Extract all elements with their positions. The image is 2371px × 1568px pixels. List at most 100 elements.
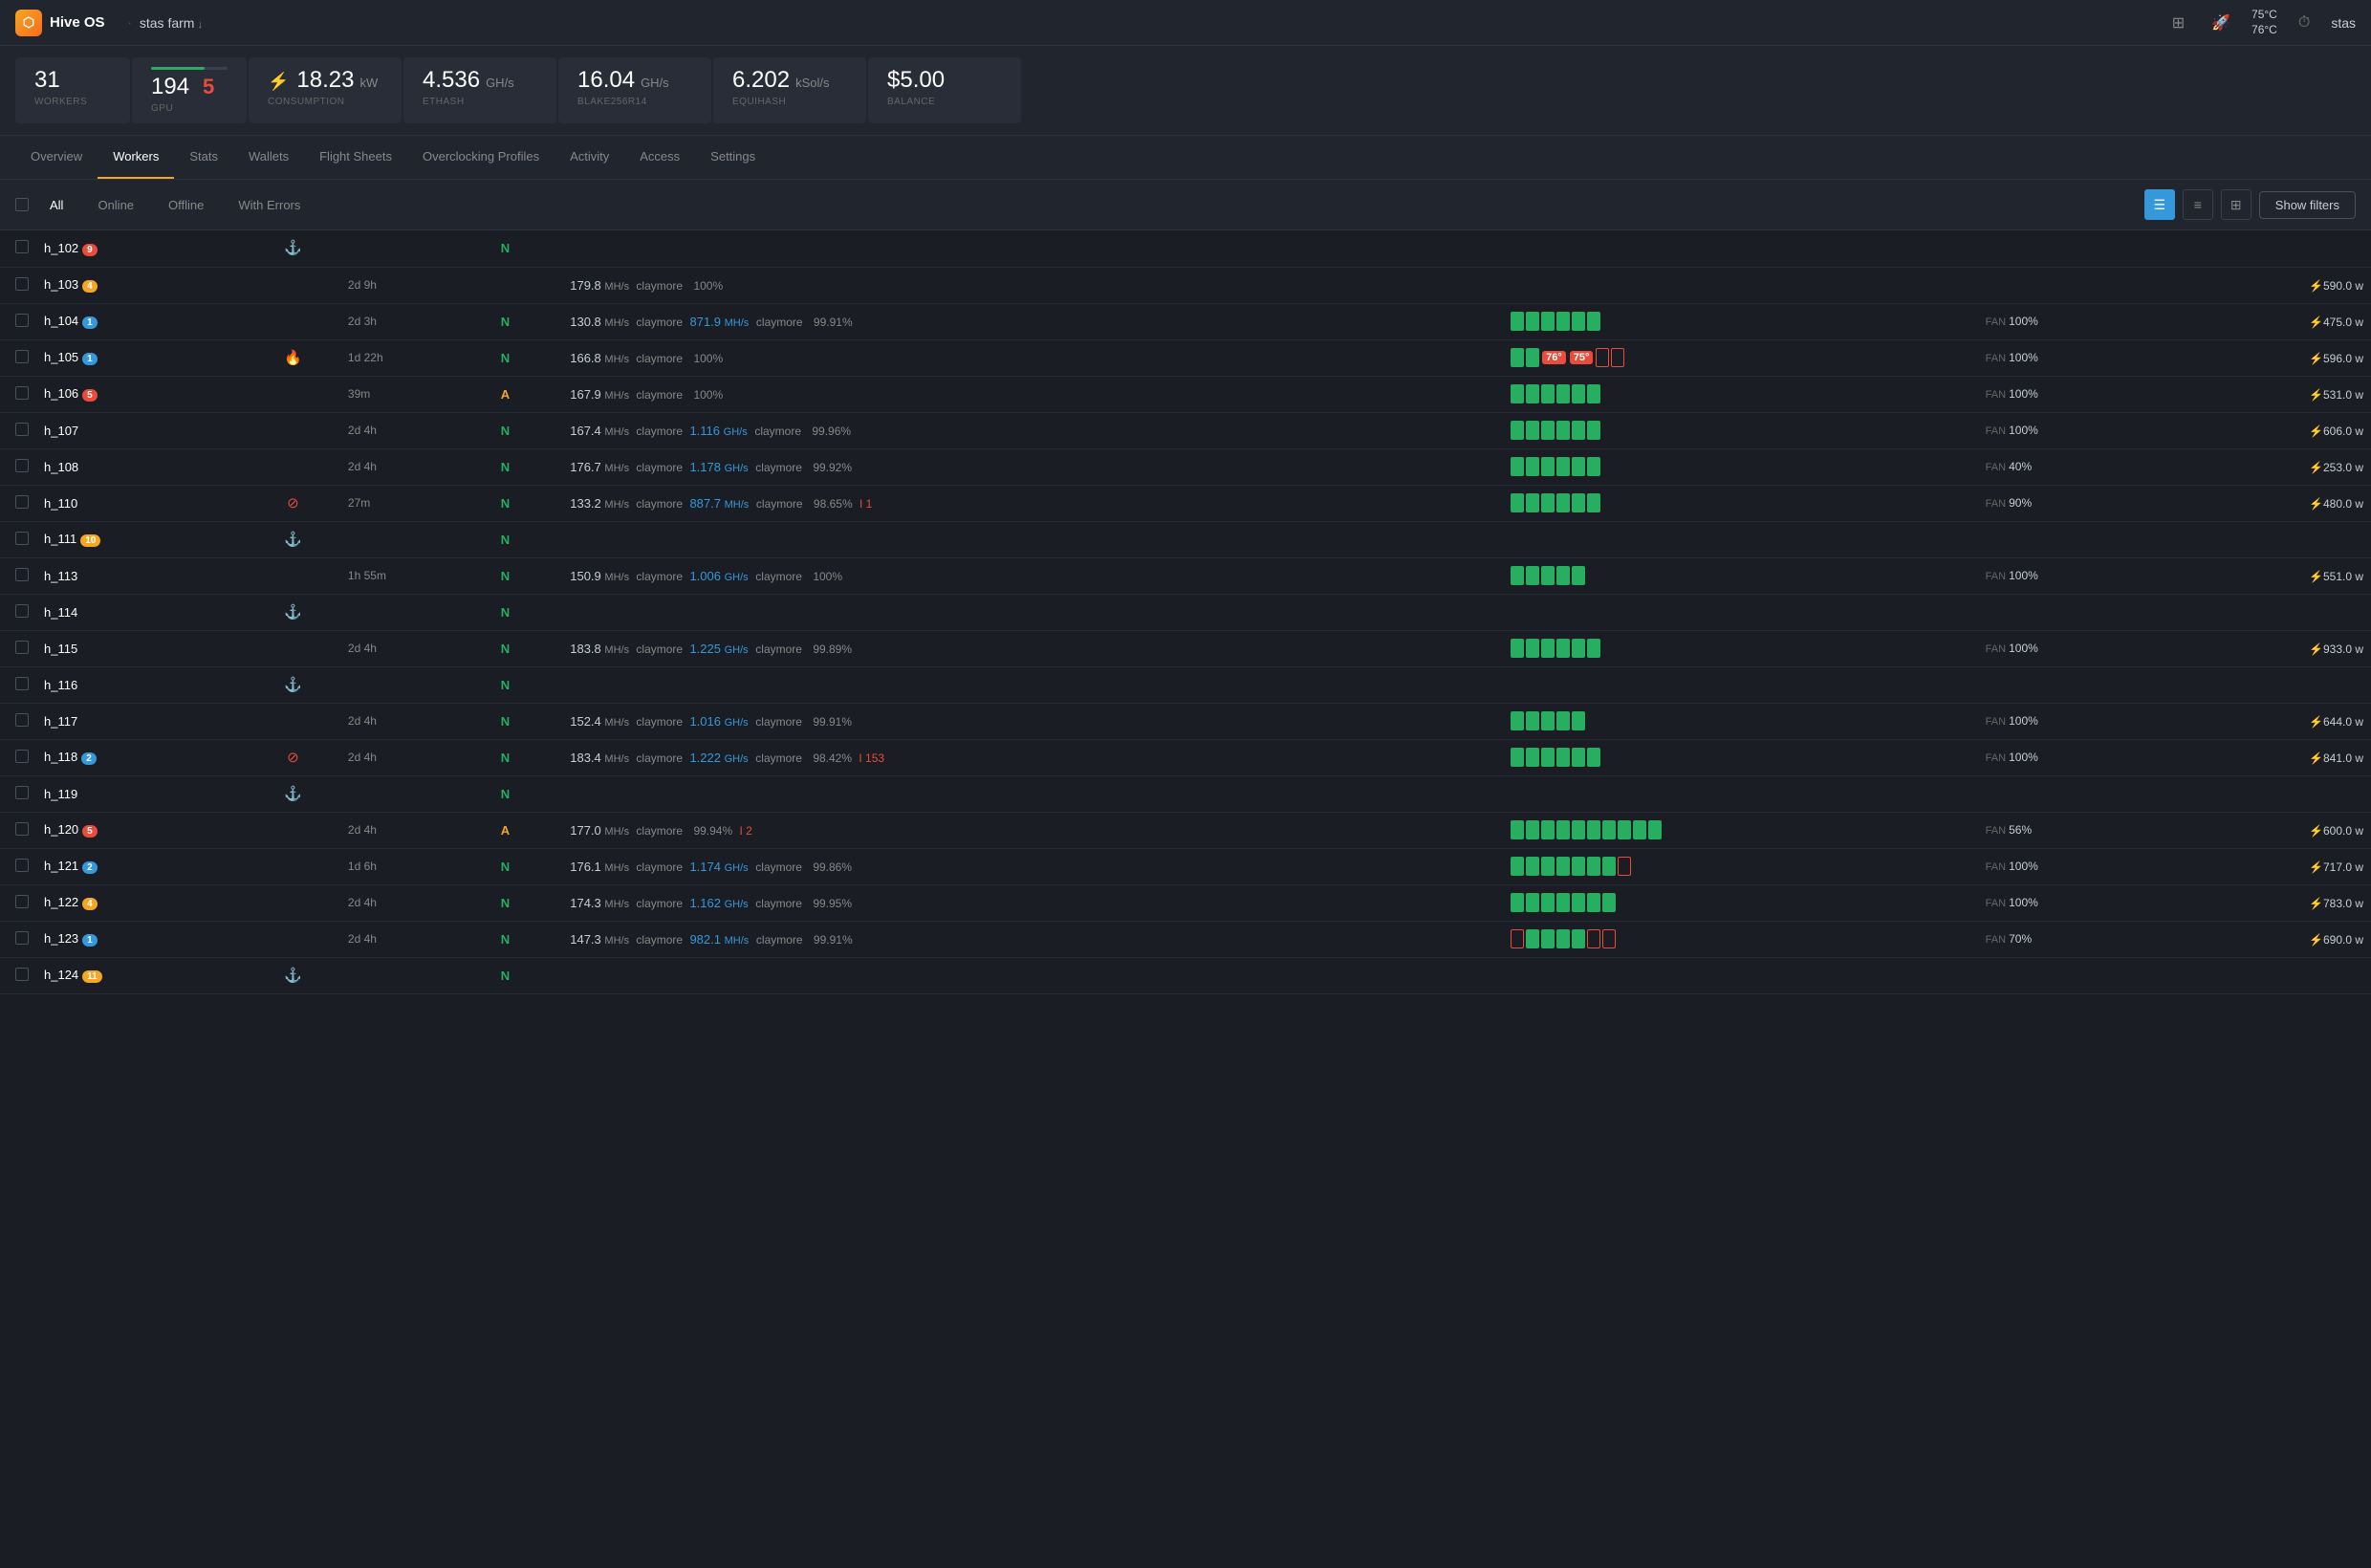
row-checkbox[interactable] [0,775,36,812]
row-checkbox[interactable] [0,557,36,594]
tab-settings[interactable]: Settings [695,136,771,179]
add-icon[interactable]: ⊞ [2166,8,2190,38]
table-row[interactable]: h_1224 2d 4hN174.3 MH/s claymore 1.162 G… [0,884,2371,921]
row-checkbox[interactable] [0,267,36,303]
worker-name[interactable]: h_108 [44,460,78,474]
worker-gpu-bars [1503,594,1978,630]
worker-name[interactable]: h_123 [44,931,78,946]
row-checkbox[interactable] [0,884,36,921]
worker-name[interactable]: h_116 [44,678,77,692]
user-name[interactable]: stas [2331,15,2356,31]
view-list-compact[interactable]: ≡ [2183,189,2213,220]
row-checkbox[interactable] [0,485,36,521]
worker-name[interactable]: h_113 [44,569,77,583]
table-row[interactable]: h_1029 ⚓N [0,230,2371,267]
view-grid[interactable]: ⊞ [2221,189,2251,220]
table-row[interactable]: h_107 2d 4hN167.4 MH/s claymore 1.116 GH… [0,412,2371,448]
row-checkbox[interactable] [0,848,36,884]
worker-name[interactable]: h_124 [44,968,78,982]
filter-all[interactable]: All [36,192,76,218]
table-row[interactable]: h_119 ⚓N [0,775,2371,812]
table-row[interactable]: h_1182 ⊘2d 4hN183.4 MH/s claymore 1.222 … [0,739,2371,775]
worker-name[interactable]: h_120 [44,822,78,837]
worker-name[interactable]: h_104 [44,314,78,328]
worker-name[interactable]: h_106 [44,386,78,401]
table-row[interactable]: h_1034 2d 9h179.8 MH/s claymore 100%⚡590… [0,267,2371,303]
row-checkbox[interactable] [0,448,36,485]
row-checkbox[interactable] [0,812,36,848]
worker-name-cell: h_1051 [36,339,246,376]
show-filters-button[interactable]: Show filters [2259,191,2356,219]
worker-power [2172,957,2371,993]
row-checkbox[interactable] [0,376,36,412]
table-row[interactable]: h_114 ⚓N [0,594,2371,630]
table-row[interactable]: h_116 ⚓N [0,666,2371,703]
row-checkbox[interactable] [0,957,36,993]
row-checkbox[interactable] [0,412,36,448]
rocket-icon[interactable]: 🚀 [2206,8,2236,38]
tab-flight-sheets[interactable]: Flight Sheets [304,136,407,179]
worker-name[interactable]: h_111 [44,532,76,546]
worker-name[interactable]: h_110 [44,496,77,511]
logo[interactable]: ⬡ Hive OS [15,10,105,36]
view-list-detailed[interactable]: ☰ [2144,189,2175,220]
table-row[interactable]: h_1212 1d 6hN176.1 MH/s claymore 1.174 G… [0,848,2371,884]
row-checkbox[interactable] [0,303,36,339]
worker-badge: 1 [82,316,98,329]
worker-name[interactable]: h_115 [44,642,77,656]
worker-name[interactable]: h_117 [44,714,77,729]
table-row[interactable]: h_108 2d 4hN176.7 MH/s claymore 1.178 GH… [0,448,2371,485]
worker-name[interactable]: h_122 [44,895,78,909]
row-checkbox[interactable] [0,666,36,703]
tab-stats[interactable]: Stats [174,136,233,179]
select-all-checkbox[interactable] [15,198,29,211]
worker-name[interactable]: h_118 [44,750,77,764]
table-row[interactable]: h_1051 🔥1d 22hN166.8 MH/s claymore 100%7… [0,339,2371,376]
filter-offline[interactable]: Offline [155,192,217,218]
worker-name[interactable]: h_119 [44,787,77,801]
worker-hashrate [562,775,1503,812]
clock-icon[interactable]: ⏱ [2293,9,2316,37]
table-row[interactable]: h_115 2d 4hN183.8 MH/s claymore 1.225 GH… [0,630,2371,666]
worker-name[interactable]: h_107 [44,424,78,438]
tab-overview[interactable]: Overview [15,136,98,179]
row-checkbox[interactable] [0,339,36,376]
table-row[interactable]: h_1205 2d 4hA177.0 MH/s claymore 99.94% … [0,812,2371,848]
worker-name[interactable]: h_121 [44,859,78,873]
row-checkbox[interactable] [0,921,36,957]
table-row[interactable]: h_113 1h 55mN150.9 MH/s claymore 1.006 G… [0,557,2371,594]
table-row[interactable]: h_12411 ⚓N [0,957,2371,993]
tab-access[interactable]: Access [624,136,695,179]
worker-name[interactable]: h_114 [44,605,77,620]
worker-hashrate: 167.4 MH/s claymore 1.116 GH/s claymore … [562,412,1503,448]
table-row[interactable]: h_110 ⊘27mN133.2 MH/s claymore 887.7 MH/… [0,485,2371,521]
farm-name[interactable]: stas farm [140,15,203,31]
worker-name[interactable]: h_103 [44,277,78,292]
tab-overclocking[interactable]: Overclocking Profiles [407,136,555,179]
gpu-alert: 5 [203,75,214,99]
tab-activity[interactable]: Activity [555,136,624,179]
filter-with-errors[interactable]: With Errors [225,192,314,218]
worker-name[interactable]: h_102 [44,241,78,255]
blake-label: BLAKE256R14 [577,97,692,107]
row-checkbox[interactable] [0,594,36,630]
table-row[interactable]: h_1065 39mA167.9 MH/s claymore 100%FAN 1… [0,376,2371,412]
row-checkbox[interactable] [0,630,36,666]
row-checkbox[interactable] [0,703,36,739]
table-row[interactable]: h_117 2d 4hN152.4 MH/s claymore 1.016 GH… [0,703,2371,739]
gpu-bar [1556,748,1570,767]
worker-hashrate [562,230,1503,267]
filter-online[interactable]: Online [84,192,147,218]
worker-uptime: 2d 4h [340,412,493,448]
table-row[interactable]: h_1041 2d 3hN130.8 MH/s claymore 871.9 M… [0,303,2371,339]
worker-name[interactable]: h_105 [44,350,78,364]
tab-workers[interactable]: Workers [98,136,174,179]
tab-wallets[interactable]: Wallets [233,136,304,179]
row-checkbox[interactable] [0,230,36,267]
row-checkbox[interactable] [0,739,36,775]
row-checkbox[interactable] [0,521,36,557]
worker-gpu-bars [1503,848,1978,884]
table-row[interactable]: h_1231 2d 4hN147.3 MH/s claymore 982.1 M… [0,921,2371,957]
gpu-bar [1541,711,1555,730]
table-row[interactable]: h_11110 ⚓N [0,521,2371,557]
